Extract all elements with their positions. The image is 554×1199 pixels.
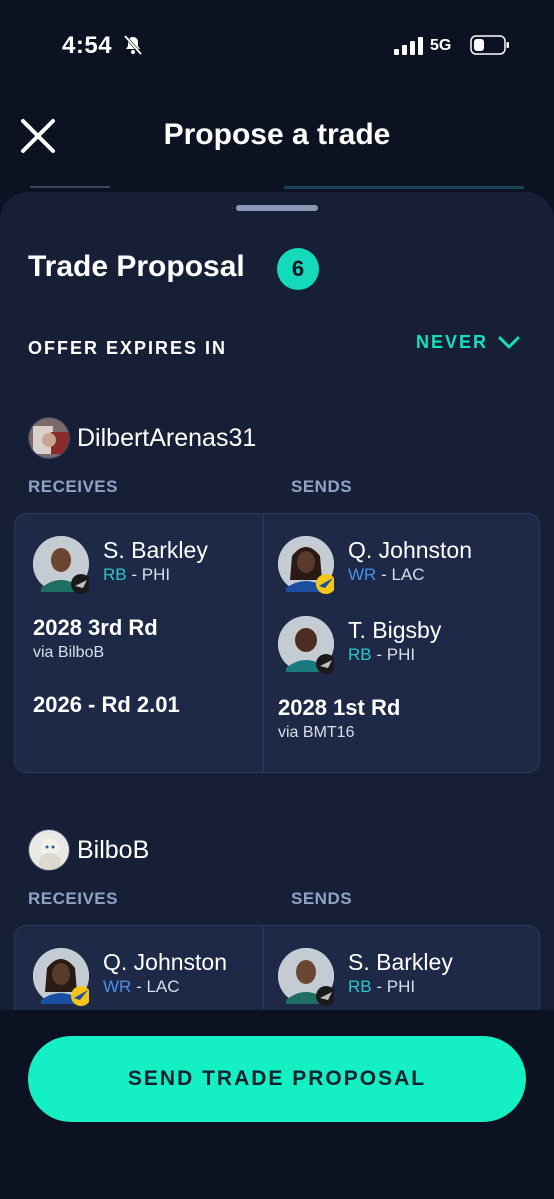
player-team: - LAC: [136, 977, 180, 996]
player-row[interactable]: Q. Johnston WR - LAC: [33, 948, 228, 1006]
expires-value: NEVER: [415, 332, 488, 352]
sends-label: SENDS: [291, 889, 353, 908]
send-trade-button[interactable]: SEND TRADE PROPOSAL: [28, 1036, 526, 1122]
pick-via: via BMT16: [278, 724, 355, 741]
avatar: [28, 417, 70, 459]
player-team: - PHI: [376, 645, 416, 664]
player-name: Q. Johnston: [103, 949, 228, 975]
player-name: Q. Johnston: [348, 537, 473, 563]
team-name: DilbertArenas31: [77, 423, 257, 452]
player-headshot: [33, 536, 89, 594]
player-position: RB: [103, 565, 127, 584]
receives-label: RECEIVES: [28, 889, 118, 908]
card-divider: [263, 514, 264, 772]
player-headshot: [278, 616, 334, 674]
player-headshot: [278, 536, 334, 594]
player-position: WR: [103, 977, 132, 996]
status-time: 4:54: [62, 32, 113, 59]
player-row[interactable]: S. Barkley RB - PHI: [278, 948, 453, 1006]
battery-icon: [470, 35, 509, 55]
team-header: BilboB: [28, 829, 149, 871]
pick-row[interactable]: 2026 - Rd 2.01: [33, 691, 180, 719]
pick-name: 2026 - Rd 2.01: [33, 692, 180, 717]
status-bar: 4:54 5G: [0, 0, 554, 90]
player-headshot: [33, 948, 89, 1006]
expires-dropdown[interactable]: NEVER: [416, 332, 520, 353]
pick-row[interactable]: 2028 1st Rd via BMT16: [278, 694, 400, 744]
pick-via: via BilboB: [33, 644, 105, 661]
player-team: - PHI: [376, 977, 416, 996]
player-headshot: [278, 948, 334, 1006]
player-row[interactable]: Q. Johnston WR - LAC: [278, 536, 473, 594]
drag-handle[interactable]: [236, 205, 318, 211]
team-header: DilbertArenas31: [28, 417, 256, 459]
signal-icon: [394, 37, 423, 55]
player-position: WR: [348, 565, 377, 584]
page-title: Propose a trade: [163, 118, 391, 151]
player-position: RB: [348, 645, 372, 664]
top-header: Propose a trade: [0, 100, 554, 180]
player-team: - LAC: [381, 565, 425, 584]
sends-label: SENDS: [291, 477, 353, 496]
player-name: S. Barkley: [348, 949, 453, 975]
pick-name: 2028 3rd Rd: [33, 615, 158, 640]
avatar: [28, 829, 70, 871]
player-name: S. Barkley: [103, 537, 208, 563]
action-bar: SEND TRADE PROPOSAL: [0, 1010, 554, 1199]
background-peek: [30, 186, 524, 190]
count-badge: 6: [277, 248, 319, 290]
network-label: 5G: [430, 37, 452, 54]
player-position: RB: [348, 977, 372, 996]
player-team: - PHI: [131, 565, 171, 584]
pick-row[interactable]: 2028 3rd Rd via BilboB: [33, 614, 158, 664]
team-name: BilboB: [77, 835, 150, 864]
trade-card: S. Barkley RB - PHI 2028 3rd Rd via Bilb…: [14, 513, 540, 773]
receives-label: RECEIVES: [28, 477, 118, 496]
player-name: T. Bigsby: [348, 617, 442, 643]
chevron-down-icon: [498, 336, 520, 348]
proposal-title: Trade Proposal: [28, 250, 245, 283]
bell-muted-icon: [123, 35, 143, 55]
player-row[interactable]: S. Barkley RB - PHI: [33, 536, 208, 594]
player-row[interactable]: T. Bigsby RB - PHI: [278, 616, 442, 674]
pick-name: 2028 1st Rd: [278, 695, 401, 720]
expires-label: OFFER EXPIRES IN: [28, 338, 228, 358]
